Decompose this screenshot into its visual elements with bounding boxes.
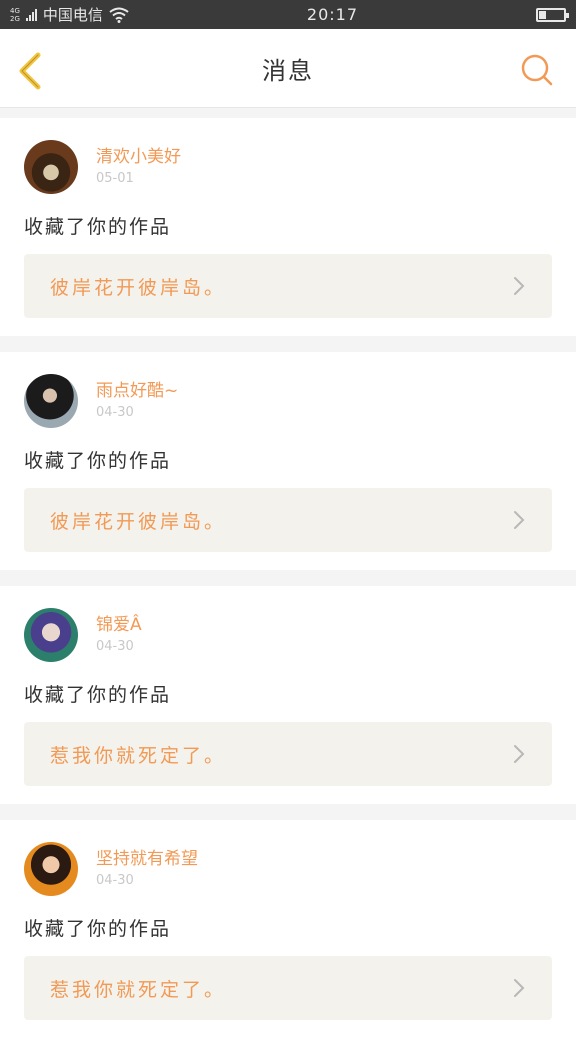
search-icon [521,54,553,86]
avatar[interactable] [24,608,78,662]
message-item: 雨点好酷~ 04-30 收藏了你的作品 彼岸花开彼岸岛。 [0,352,576,570]
page-title: 消息 [262,56,314,85]
message-item: 坚持就有希望 04-30 收藏了你的作品 惹我你就死定了。 [0,820,576,1038]
work-title: 彼岸花开彼岸岛。 [50,276,227,299]
message-action: 收藏了你的作品 [24,684,172,706]
search-button[interactable] [520,53,554,87]
message-date: 04-30 [96,639,134,654]
work-link[interactable]: 彼岸花开彼岸岛。 [24,254,552,318]
message-item: 锦爱Â 04-30 收藏了你的作品 惹我你就死定了。 [0,586,576,804]
username[interactable]: 雨点好酷~ [96,380,178,402]
message-item: 清欢小美好 05-01 收藏了你的作品 彼岸花开彼岸岛。 [0,118,576,336]
battery-icon [535,7,569,22]
clock: 20:17 [306,5,358,24]
username[interactable]: 锦爱Â [96,614,142,636]
message-date: 04-30 [96,873,134,888]
work-title: 惹我你就死定了。 [50,744,227,767]
signal-icon [25,8,37,21]
wifi-icon [109,7,129,23]
work-title: 惹我你就死定了。 [50,978,227,1001]
back-button[interactable] [14,51,48,91]
chevron-right-icon [514,745,525,763]
message-action: 收藏了你的作品 [24,450,172,472]
work-link[interactable]: 彼岸花开彼岸岛。 [24,488,552,552]
avatar[interactable] [24,374,78,428]
message-date: 05-01 [96,171,134,186]
carrier-name: 中国电信 [42,6,103,24]
message-list: 清欢小美好 05-01 收藏了你的作品 彼岸花开彼岸岛。 雨点好酷~ 04-30… [0,108,576,1038]
chevron-right-icon [514,979,525,997]
chevron-right-icon [514,511,525,529]
status-left: 4G 2G 中国电信 [10,4,129,25]
network-generation: 4G 2G [10,6,20,23]
message-date: 04-30 [96,405,134,420]
work-link[interactable]: 惹我你就死定了。 [24,722,552,786]
username[interactable]: 清欢小美好 [96,146,181,168]
username[interactable]: 坚持就有希望 [96,848,198,870]
work-title: 彼岸花开彼岸岛。 [50,510,227,533]
status-bar: 4G 2G 中国电信 20:17 [0,0,576,29]
nav-bar: 消息 [0,29,576,108]
avatar[interactable] [24,140,78,194]
message-action: 收藏了你的作品 [24,216,172,238]
message-action: 收藏了你的作品 [24,918,172,940]
battery-level [538,10,546,19]
work-link[interactable]: 惹我你就死定了。 [24,956,552,1020]
avatar[interactable] [24,842,78,896]
chevron-left-icon [19,52,41,90]
chevron-right-icon [514,277,525,295]
